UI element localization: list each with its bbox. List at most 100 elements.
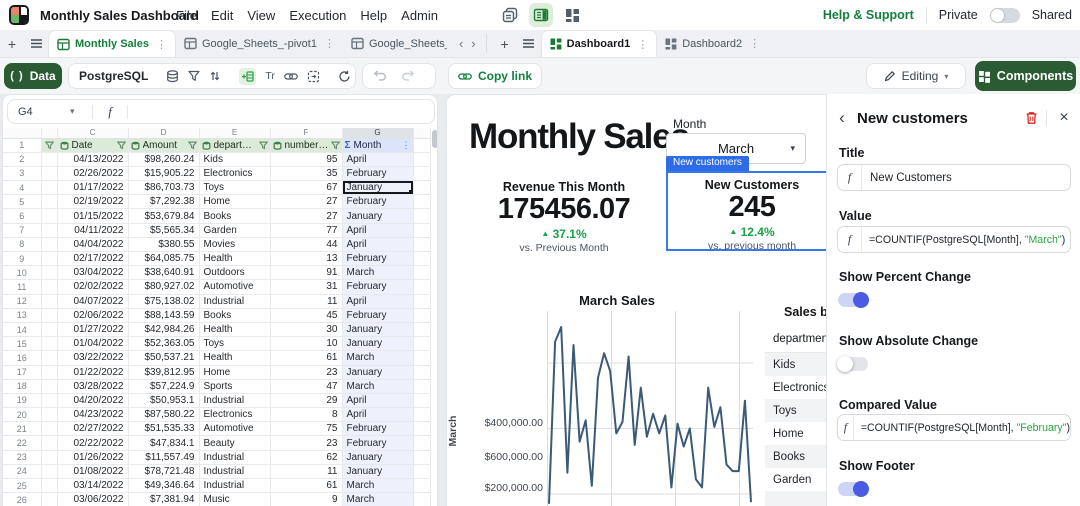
cell-date[interactable]: 02/02/2022 [57, 279, 129, 295]
cell-number[interactable]: 67 [270, 180, 343, 196]
row-number[interactable]: 4 [3, 180, 42, 196]
show-absolute-change-toggle[interactable] [837, 356, 868, 372]
cell-month[interactable]: April [342, 407, 414, 423]
cell-amount[interactable]: $47,834.1 [128, 435, 200, 451]
sheet-list-menu-icon[interactable] [24, 30, 48, 57]
cell[interactable] [413, 492, 430, 506]
menu-execution[interactable]: Execution [289, 8, 346, 23]
dashboard-list-menu-icon[interactable] [517, 30, 541, 57]
cell-amount[interactable]: $11,557.49 [128, 450, 200, 465]
table-header-depart[interactable]: depart… [199, 138, 271, 153]
cell-month[interactable]: February [342, 194, 414, 210]
cell-number[interactable]: 61 [270, 478, 343, 494]
add-sheet-button[interactable]: + [0, 30, 24, 57]
cell-month[interactable]: April [342, 237, 414, 253]
cell[interactable] [41, 379, 58, 394]
row-number[interactable]: 11 [3, 279, 42, 295]
show-footer-toggle[interactable] [838, 481, 869, 497]
menu-edit[interactable]: Edit [211, 8, 233, 23]
sheet-tab-google-sheets-[interactable]: Google_Sheets_~ [343, 30, 455, 57]
sheet-tab-monthly-sales[interactable]: Monthly Sales ⋮ [48, 30, 176, 57]
row-number[interactable]: 25 [3, 478, 42, 494]
table-header-number[interactable]: number… [270, 138, 343, 153]
cell-number[interactable]: 13 [270, 251, 343, 267]
row-number[interactable]: 8 [3, 237, 42, 253]
cell[interactable] [413, 322, 430, 338]
cell-date[interactable]: 01/15/2022 [57, 208, 129, 224]
cell-month[interactable]: January [342, 464, 414, 480]
cell-amount[interactable]: $52,363.05 [128, 336, 200, 352]
row-number[interactable]: 23 [3, 450, 42, 465]
cell-department[interactable]: Toys [199, 336, 271, 352]
cell[interactable] [41, 180, 58, 196]
cell-amount[interactable]: $88,143.59 [128, 308, 200, 323]
link-icon[interactable] [284, 70, 298, 83]
cell[interactable] [413, 223, 430, 238]
cell[interactable] [41, 336, 58, 352]
row-number[interactable]: 26 [3, 492, 42, 506]
cell[interactable] [41, 265, 58, 281]
cell-amount[interactable]: $64,085.75 [128, 251, 200, 267]
cell-date[interactable]: 02/17/2022 [57, 251, 129, 267]
cell[interactable] [413, 407, 430, 423]
cell[interactable] [413, 478, 430, 494]
cell[interactable] [413, 208, 430, 224]
dashboard-tab-dashboard1[interactable]: Dashboard1 ⋮ [540, 30, 658, 57]
title-field-input[interactable]: f New Customers [837, 164, 1071, 191]
cell-month[interactable]: February [342, 435, 414, 451]
flatten-table-icon[interactable] [307, 70, 320, 83]
cell-date[interactable]: 04/07/2022 [57, 294, 129, 309]
row-number[interactable]: 9 [3, 251, 42, 267]
cell[interactable] [413, 308, 430, 323]
cell-amount[interactable]: $15,905.22 [128, 166, 200, 182]
cell-month[interactable]: February [342, 166, 414, 182]
share-toggle[interactable] [989, 7, 1020, 23]
tab-menu-icon[interactable]: ⋮ [322, 37, 335, 50]
tabs-scroll-left-icon[interactable]: ‹ [455, 30, 467, 57]
insert-table-icon[interactable] [239, 67, 257, 85]
kpi-new-customers-widget[interactable]: New Customers 245 ▲ 12.4% vs. previous m… [666, 171, 838, 252]
menu-help[interactable]: Help [360, 8, 387, 23]
cell[interactable] [41, 152, 58, 167]
cell[interactable] [413, 166, 430, 182]
column-header[interactable] [413, 128, 430, 139]
show-percent-change-toggle[interactable] [838, 292, 869, 308]
cell-department[interactable]: Outdoors [199, 265, 271, 281]
row-number[interactable]: 1 [3, 138, 42, 153]
cell-department[interactable]: Industrial [199, 393, 271, 409]
cell[interactable] [41, 421, 58, 437]
column-header-D[interactable]: D [128, 128, 200, 139]
database-icon[interactable] [166, 69, 179, 83]
cell[interactable] [41, 166, 58, 182]
cell-amount[interactable]: $75,138.02 [128, 294, 200, 309]
row-number[interactable]: 6 [3, 208, 42, 224]
cell-month[interactable]: January [342, 450, 414, 465]
cell-date[interactable]: 03/14/2022 [57, 478, 129, 494]
refresh-icon[interactable] [338, 70, 351, 83]
column-header-F[interactable]: F [270, 128, 343, 139]
cell-amount[interactable]: $380.55 [128, 237, 200, 253]
row-number[interactable]: 24 [3, 464, 42, 480]
cell-number[interactable]: 8 [270, 407, 343, 423]
cell-month[interactable]: March [342, 492, 414, 506]
cell-number[interactable]: 30 [270, 322, 343, 338]
cell-month[interactable]: January [342, 336, 414, 352]
cell-department[interactable]: Home [199, 194, 271, 210]
line-chart[interactable] [547, 311, 753, 506]
undo-icon[interactable] [373, 68, 387, 84]
cell[interactable] [41, 308, 58, 323]
cell-department[interactable]: Books [199, 208, 271, 224]
row-number[interactable]: 3 [3, 166, 42, 182]
cell-amount[interactable]: $50,953.1 [128, 393, 200, 409]
cell-month[interactable]: April [342, 223, 414, 238]
close-icon[interactable]: × [1047, 109, 1080, 127]
cell[interactable] [413, 393, 430, 409]
cell-amount[interactable]: $51,535.33 [128, 421, 200, 437]
row-number[interactable]: 14 [3, 322, 42, 338]
cell-amount[interactable]: $86,703.73 [128, 180, 200, 196]
cell-number[interactable]: 10 [270, 336, 343, 352]
cell-number[interactable]: 44 [270, 237, 343, 253]
text-format-icon[interactable]: Tr [265, 70, 275, 82]
cell[interactable] [413, 379, 430, 394]
tab-menu-icon[interactable]: ⋮ [747, 37, 760, 50]
